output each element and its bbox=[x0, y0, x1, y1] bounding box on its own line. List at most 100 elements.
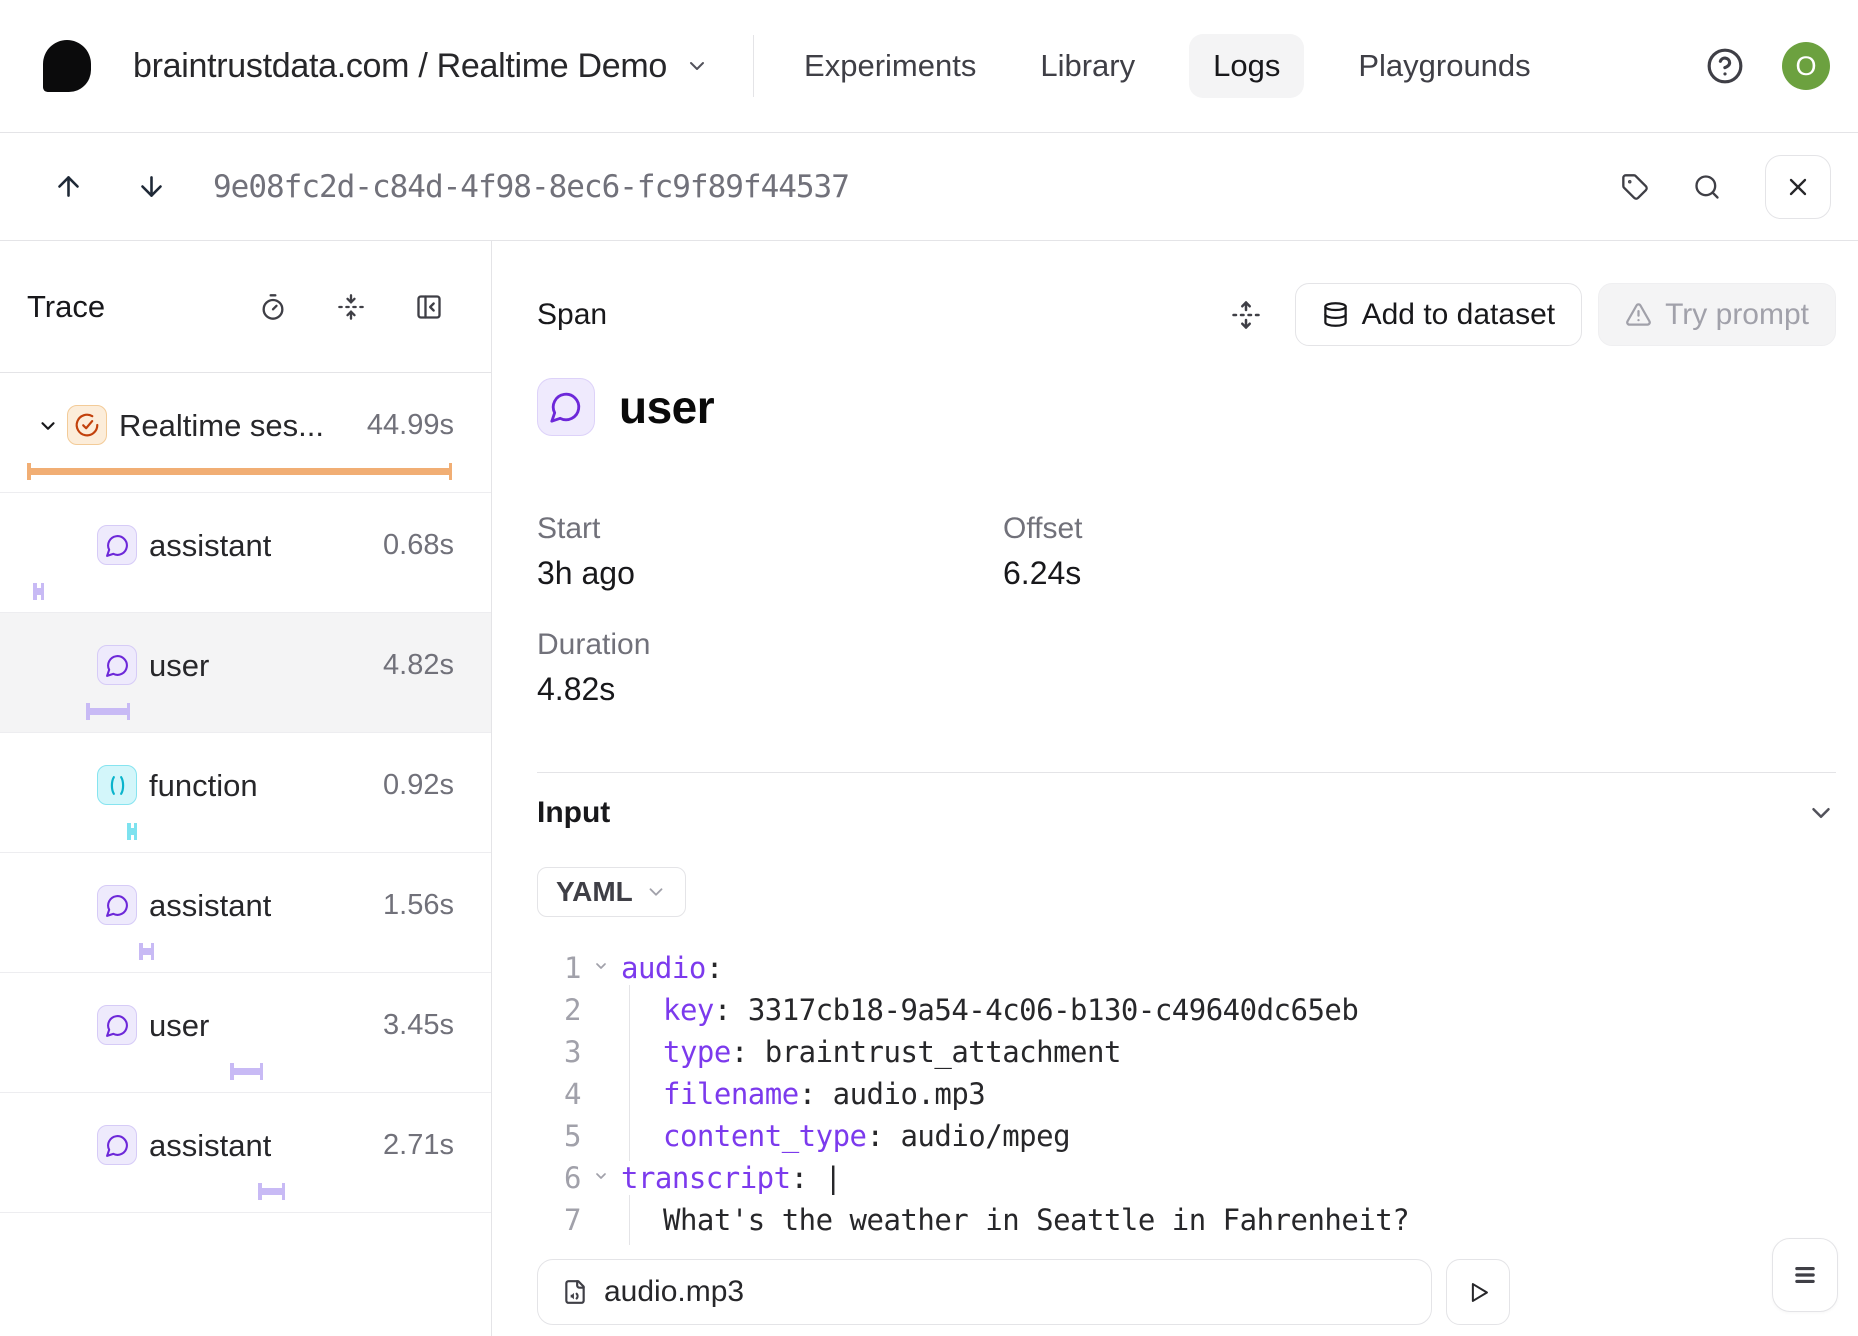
project-name: braintrustdata.com / Realtime Demo bbox=[133, 47, 667, 86]
play-icon bbox=[1465, 1279, 1492, 1306]
trace-span-row-user-selected[interactable]: user 4.82s bbox=[0, 613, 491, 733]
line-number: 3 bbox=[537, 1031, 581, 1073]
fold-chevron-icon[interactable] bbox=[581, 947, 621, 974]
close-button[interactable] bbox=[1765, 155, 1831, 219]
next-trace-arrow-down-icon[interactable] bbox=[130, 165, 173, 208]
meta-start: Start 3h ago bbox=[537, 512, 1003, 592]
chevron-down-icon bbox=[685, 54, 709, 78]
menu-button[interactable] bbox=[1772, 1238, 1838, 1312]
chevron-down-icon[interactable] bbox=[1806, 798, 1836, 828]
trace-sidebar: Trace Realtime ses... bbox=[0, 241, 492, 1336]
nav-links: Experiments Library Logs Playgrounds bbox=[794, 34, 1541, 98]
add-to-dataset-button[interactable]: Add to dataset bbox=[1295, 283, 1582, 346]
span-label: Realtime ses... bbox=[119, 408, 324, 444]
code-line: 5 content_type: audio/mpeg bbox=[537, 1115, 1836, 1157]
audio-attachment[interactable]: audio.mp3 bbox=[537, 1259, 1432, 1325]
function-parentheses-icon bbox=[97, 765, 137, 805]
avatar[interactable]: O bbox=[1782, 42, 1830, 90]
project-selector[interactable]: braintrustdata.com / Realtime Demo bbox=[133, 47, 709, 86]
timeline-bar bbox=[258, 1183, 285, 1200]
trace-span-row-assistant[interactable]: assistant 1.56s bbox=[0, 853, 491, 973]
trace-span-row-assistant[interactable]: assistant 2.71s bbox=[0, 1093, 491, 1213]
trace-id-bar-actions bbox=[1621, 155, 1831, 219]
message-bubble-icon bbox=[97, 1005, 137, 1045]
span-duration: 0.68s bbox=[383, 529, 491, 562]
message-bubble-icon bbox=[97, 525, 137, 565]
warning-triangle-icon bbox=[1625, 301, 1652, 328]
span-label: user bbox=[149, 648, 209, 684]
line-number: 1 bbox=[537, 947, 581, 989]
span-name: user bbox=[619, 380, 714, 434]
span-meta: Start 3h ago Offset 6.24s Duration 4.82s bbox=[537, 512, 1836, 708]
nav-item-library[interactable]: Library bbox=[1030, 34, 1145, 98]
meta-value: 3h ago bbox=[537, 555, 1003, 592]
input-section-title: Input bbox=[537, 796, 610, 830]
timeline-bar bbox=[33, 583, 44, 600]
span-panel-header: Span Add to dataset bbox=[537, 283, 1836, 346]
timeline-bar bbox=[139, 943, 154, 960]
braintrust-logo bbox=[43, 40, 91, 92]
add-to-dataset-label: Add to dataset bbox=[1362, 298, 1555, 332]
input-section-header: Input bbox=[537, 793, 1836, 833]
code-line: 1 audio: bbox=[537, 947, 1836, 989]
meta-label: Offset bbox=[1003, 512, 1836, 546]
yaml-code-block: 1 audio: 2 key: 3317cb18-9a54-4c06-b130-… bbox=[537, 947, 1836, 1241]
fold-chevron-icon[interactable] bbox=[581, 1157, 621, 1184]
span-duration: 4.82s bbox=[383, 649, 491, 682]
trace-id-bar: 9e08fc2d-c84d-4f98-8ec6-fc9f89f44537 bbox=[0, 133, 1858, 241]
search-icon[interactable] bbox=[1693, 173, 1721, 201]
code-line: 3 type: braintrust_attachment bbox=[537, 1031, 1836, 1073]
span-duration: 0.92s bbox=[383, 769, 491, 802]
database-icon bbox=[1322, 301, 1349, 328]
meta-label: Start bbox=[537, 512, 1003, 546]
prev-trace-arrow-up-icon[interactable] bbox=[47, 165, 90, 208]
message-bubble-icon bbox=[537, 378, 595, 436]
meta-duration: Duration 4.82s bbox=[537, 628, 1003, 708]
span-duration: 44.99s bbox=[367, 409, 491, 442]
top-nav: braintrustdata.com / Realtime Demo Exper… bbox=[0, 0, 1858, 133]
help-icon[interactable] bbox=[1706, 47, 1744, 85]
line-number: 4 bbox=[537, 1073, 581, 1115]
chevron-down-icon[interactable] bbox=[37, 415, 59, 437]
panel-left-close-icon[interactable] bbox=[415, 293, 443, 321]
try-prompt-button[interactable]: Try prompt bbox=[1598, 283, 1836, 346]
meta-label: Duration bbox=[537, 628, 1003, 662]
format-select[interactable]: YAML bbox=[537, 867, 686, 917]
trace-span-row-assistant[interactable]: assistant 0.68s bbox=[0, 493, 491, 613]
line-number: 5 bbox=[537, 1115, 581, 1157]
collapse-vertical-icon[interactable] bbox=[337, 293, 365, 321]
audio-file-icon bbox=[562, 1279, 588, 1305]
nav-right: O bbox=[1706, 42, 1830, 90]
nav-item-playgrounds[interactable]: Playgrounds bbox=[1348, 34, 1540, 98]
meta-value: 6.24s bbox=[1003, 555, 1836, 592]
nav-item-experiments[interactable]: Experiments bbox=[794, 34, 986, 98]
meta-value: 4.82s bbox=[537, 671, 1003, 708]
hamburger-menu-icon bbox=[1791, 1261, 1819, 1289]
code-line: 2 key: 3317cb18-9a54-4c06-b130-c49640dc6… bbox=[537, 989, 1836, 1031]
trace-span-row-function[interactable]: function 0.92s bbox=[0, 733, 491, 853]
line-number: 7 bbox=[537, 1199, 581, 1241]
expand-vertical-icon[interactable] bbox=[1231, 300, 1261, 330]
code-line: 6 transcript: | bbox=[537, 1157, 1836, 1199]
span-label: assistant bbox=[149, 888, 271, 924]
trace-span-row-user[interactable]: user 3.45s bbox=[0, 973, 491, 1093]
message-bubble-icon bbox=[97, 1125, 137, 1165]
span-duration: 3.45s bbox=[383, 1009, 491, 1042]
nav-item-logs[interactable]: Logs bbox=[1189, 34, 1304, 98]
format-select-value: YAML bbox=[556, 876, 633, 908]
task-check-icon bbox=[67, 405, 107, 445]
trace-span-row-realtime-session[interactable]: Realtime ses... 44.99s bbox=[0, 373, 491, 493]
line-number: 6 bbox=[537, 1157, 581, 1199]
line-number: 2 bbox=[537, 989, 581, 1031]
timeline-bar bbox=[127, 823, 137, 840]
meta-offset: Offset 6.24s bbox=[1003, 512, 1836, 592]
span-title-row: user bbox=[537, 378, 1836, 436]
span-panel: Span Add to dataset bbox=[492, 241, 1858, 1336]
attachment-filename: audio.mp3 bbox=[604, 1275, 744, 1309]
timer-icon[interactable] bbox=[259, 293, 287, 321]
tag-icon[interactable] bbox=[1621, 173, 1649, 201]
span-label: assistant bbox=[149, 1128, 271, 1164]
attachment-row: audio.mp3 bbox=[537, 1259, 1836, 1325]
timeline-bar bbox=[230, 1063, 263, 1080]
play-button[interactable] bbox=[1446, 1259, 1510, 1325]
